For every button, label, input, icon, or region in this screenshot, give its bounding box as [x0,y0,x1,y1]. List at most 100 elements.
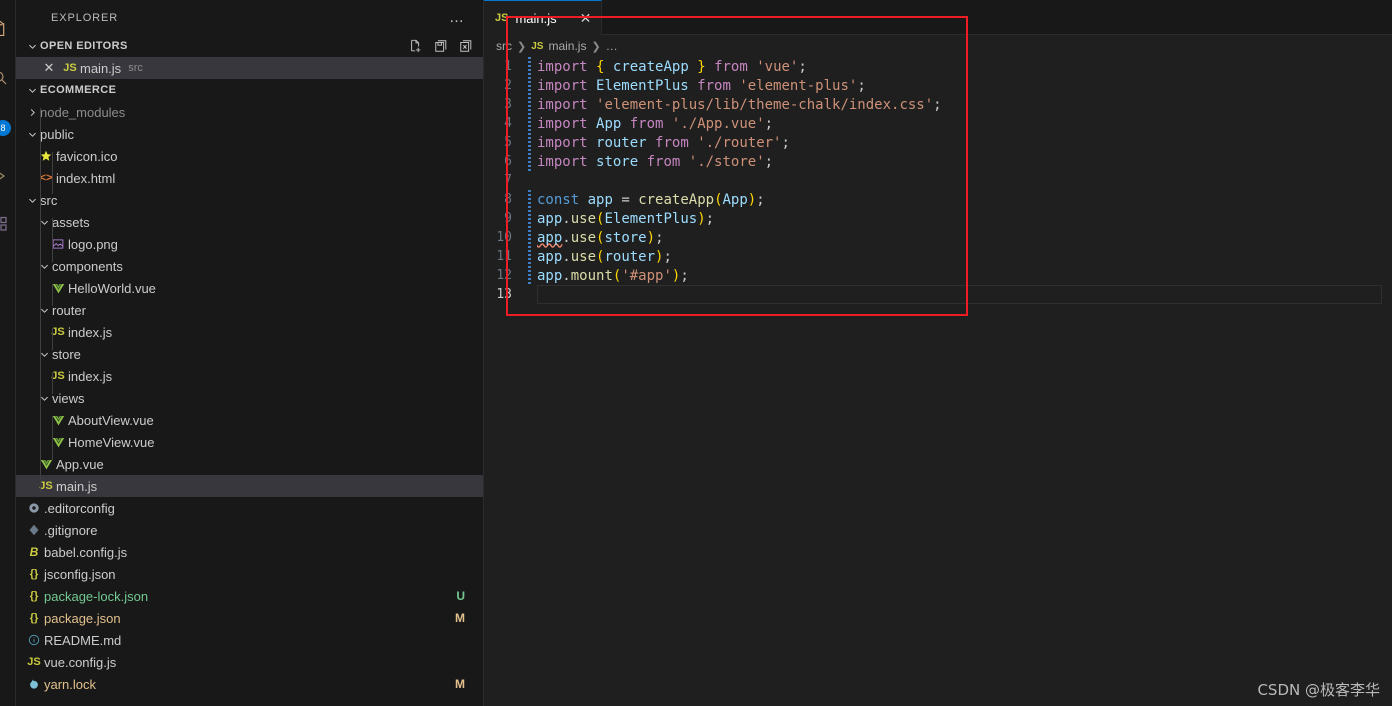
code-text: import 'element-plus/lib/theme-chalk/ind… [524,97,942,113]
tree-file-row[interactable]: JS index.js [16,365,483,387]
close-icon[interactable]: ✕ [38,60,60,76]
tree-folder-row[interactable]: assets [16,211,483,233]
code-token: ( [714,191,723,208]
tree-item-label: package.json [44,610,121,626]
code-token: ; [655,229,664,246]
tree-item-label: App.vue [56,456,104,472]
tab-label: main.js [515,10,557,26]
code-token: App [596,115,622,132]
tree-folder-row[interactable]: store [16,343,483,365]
code-token: ; [764,115,774,132]
tree-item-label: logo.png [68,236,118,252]
explorer-icon[interactable] [0,14,14,42]
code-editor[interactable]: 1 import { createApp } from 'vue'; 2 import… [484,57,1392,706]
image-file-icon [48,238,68,250]
tree-file-row[interactable]: HomeView.vue [16,431,483,453]
tree-file-row[interactable]: {} package-lock.json U [16,585,483,607]
tree-folder-row[interactable]: public [16,123,483,145]
json-file-icon: {} [29,568,39,580]
code-token: 'element-plus/lib/theme-chalk/index.css' [596,96,934,113]
save-all-icon[interactable] [434,39,448,53]
breadcrumb-item-symbols[interactable]: … [606,39,618,53]
tree-file-row[interactable]: .gitignore [16,519,483,541]
tree-file-row[interactable]: App.vue [16,453,483,475]
code-text: import store from './store'; [524,154,773,170]
tree-file-row[interactable]: {} package.json M [16,607,483,629]
tree-item-label: vue.config.js [44,654,117,670]
tree-indent-guide [52,152,53,194]
tree-file-row[interactable]: yarn.lock M [16,673,483,695]
tree-item-label: README.md [44,632,122,648]
tree-item-label: package-lock.json [44,588,149,604]
tree-file-row[interactable]: {} jsconfig.json [16,563,483,585]
chevron-right-icon: ❯ [591,40,601,53]
tree-item-label: yarn.lock [44,676,97,692]
babel-file-icon: B [29,545,39,559]
breadcrumb: src ❯ JS main.js ❯ … [484,35,1392,57]
tree-file-row[interactable]: .editorconfig [16,497,483,519]
tree-folder-row[interactable]: router [16,299,483,321]
code-token: ; [798,58,807,75]
section-ecommerce-label: ECOMMERCE [40,84,117,96]
tree-file-row[interactable]: logo.png [16,233,483,255]
code-token: } [697,58,706,75]
extensions-icon[interactable] [0,210,14,238]
code-token: from [714,58,748,75]
tree-folder-row[interactable]: src [16,189,483,211]
code-token: app [537,267,563,284]
tree-file-row[interactable]: HelloWorld.vue [16,277,483,299]
code-text: app.use(router); [524,249,672,265]
tab-close-icon[interactable]: ✕ [580,11,592,25]
code-token: from [629,115,664,132]
tree-file-row[interactable]: JS index.js [16,321,483,343]
tree-file-row[interactable]: JS vue.config.js [16,651,483,673]
search-icon[interactable] [0,64,14,92]
tree-item-label: public [40,126,74,142]
html-file-icon: <> [39,172,53,184]
tree-file-row[interactable]: JS main.js [16,475,483,497]
js-file-icon: JS [39,480,53,492]
tree-file-row[interactable]: Bbabel.config.js [16,541,483,563]
tree-item-label: node_modules [40,104,126,120]
breadcrumb-item-mainjs[interactable]: main.js [548,39,586,53]
tree-file-row[interactable]: favicon.ico [16,145,483,167]
code-token: './store' [688,153,765,170]
code-token: 'element-plus' [739,77,858,94]
code-line: 13 [484,285,1392,304]
tab-mainjs[interactable]: JS main.js ✕ [484,0,603,35]
tree-file-row[interactable]: AboutView.vue [16,409,483,431]
tree-file-row[interactable]: README.md [16,629,483,651]
chevron-down-icon [36,349,52,360]
explorer-more-actions-icon[interactable]: … [449,10,465,25]
tree-folder-row[interactable]: node_modules [16,101,483,123]
run-debug-icon[interactable] [0,162,14,190]
code-token: ; [857,77,866,94]
open-editor-item-mainjs[interactable]: ✕ JS main.js src [16,57,483,79]
new-file-icon[interactable] [409,39,423,53]
chevron-down-icon [24,129,40,140]
tree-folder-row[interactable]: components [16,255,483,277]
chevron-right-icon [24,107,40,118]
js-file-icon: JS [63,62,77,74]
code-token: store [604,229,647,246]
tree-folder-row[interactable]: views [16,387,483,409]
code-token: 'vue' [756,58,799,75]
tree-item-label: src [40,192,58,208]
code-token: ; [663,248,672,265]
tree-file-row[interactable]: <> index.html [16,167,483,189]
section-ecommerce[interactable]: ECOMMERCE [16,79,483,101]
json-file-icon: {} [29,590,39,602]
breadcrumb-item-src[interactable]: src [496,39,512,53]
code-token: import [537,58,588,75]
section-open-editors[interactable]: OPEN EDITORS [16,35,483,57]
code-token: import [537,153,588,170]
tree-item-label: AboutView.vue [68,412,154,428]
close-all-editors-icon[interactable] [459,39,473,53]
code-token: createApp [612,58,689,75]
